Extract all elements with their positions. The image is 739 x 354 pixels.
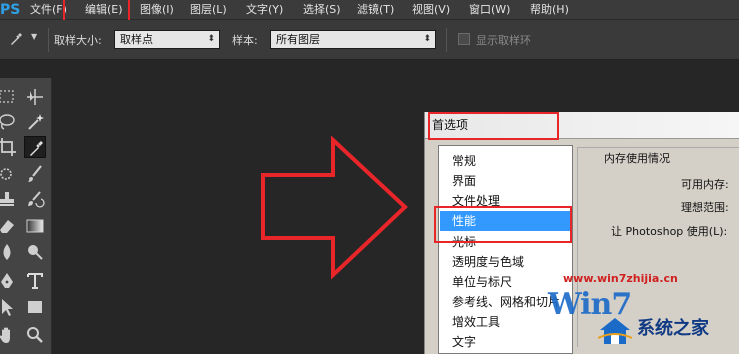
crop-tool-icon[interactable] <box>0 136 18 158</box>
sample-select[interactable]: 所有图层 ⬍ <box>270 30 436 49</box>
hand-tool-icon[interactable] <box>0 324 18 346</box>
divider <box>446 28 447 52</box>
options-bar: ▼ 取样大小: 取样点 ⬍ 样本: 所有图层 ⬍ 显示取样环 <box>0 20 739 60</box>
show-sampling-ring-checkbox[interactable] <box>458 33 470 45</box>
zoom-tool-icon[interactable] <box>24 324 46 346</box>
title-highlight-box <box>428 112 559 140</box>
type-tool-icon[interactable] <box>24 270 46 292</box>
performance-highlight-box <box>434 206 572 243</box>
brush-tool-icon[interactable] <box>24 163 46 185</box>
sample-size-value: 取样点 <box>120 33 153 46</box>
tool-preset-chevron-icon[interactable]: ▼ <box>31 32 37 41</box>
watermark-url: www.win7zhijia.cn <box>563 272 678 285</box>
pen-tool-icon[interactable] <box>0 270 18 292</box>
menu-type[interactable]: 文字(Y) <box>246 0 283 20</box>
menu-layer[interactable]: 图层(L) <box>190 0 227 20</box>
menu-bar: PS 文件(F) 编辑(E) 图像(I) 图层(L) 文字(Y) 选择(S) 滤… <box>0 0 739 23</box>
sample-label: 样本: <box>232 34 258 47</box>
watermark-site-name: 系统之家 <box>637 318 709 339</box>
sample-size-label: 取样大小: <box>54 34 102 47</box>
ideal-range-label: 理想范围: <box>681 201 729 214</box>
healing-brush-icon[interactable] <box>0 163 18 185</box>
select-arrows-icon: ⬍ <box>423 34 431 44</box>
blur-tool-icon[interactable] <box>0 241 18 263</box>
sample-size-select[interactable]: 取样点 ⬍ <box>114 30 220 49</box>
menu-view[interactable]: 视图(V) <box>412 0 450 20</box>
path-selection-icon[interactable] <box>0 296 18 318</box>
dodge-tool-icon[interactable] <box>24 241 46 263</box>
magic-wand-icon[interactable] <box>24 111 46 133</box>
history-brush-icon[interactable] <box>24 188 46 210</box>
clone-stamp-icon[interactable] <box>0 188 18 210</box>
lasso-tool-icon[interactable] <box>0 111 18 133</box>
menu-select[interactable]: 选择(S) <box>303 0 341 20</box>
category-general[interactable]: 常规 <box>440 151 571 171</box>
menu-image[interactable]: 图像(I) <box>140 0 174 20</box>
menu-help[interactable]: 帮助(H) <box>530 0 569 20</box>
house-logo-icon <box>598 318 632 344</box>
eraser-tool-icon[interactable] <box>0 215 18 237</box>
let-photoshop-use-label: 让 Photoshop 使用(L): <box>611 225 728 238</box>
available-memory-label: 可用内存: <box>681 178 729 191</box>
menu-file[interactable]: 文件(F) <box>30 0 67 20</box>
memory-usage-title: 内存使用情况 <box>601 150 673 166</box>
menu-filter[interactable]: 滤镜(T) <box>357 0 394 20</box>
menu-window[interactable]: 窗口(W) <box>469 0 510 20</box>
eyedropper-icon[interactable] <box>8 31 24 47</box>
sample-value: 所有图层 <box>276 33 320 46</box>
eyedropper-tool-icon[interactable] <box>24 136 46 158</box>
gradient-tool-icon[interactable] <box>24 215 46 237</box>
select-arrows-icon: ⬍ <box>207 34 215 44</box>
arrow-annotation-icon <box>261 135 408 280</box>
show-sampling-ring-label: 显示取样环 <box>476 34 531 47</box>
photoshop-logo: PS <box>0 2 21 18</box>
toolbox-panel <box>0 78 52 354</box>
move-tool-icon[interactable] <box>24 86 46 108</box>
divider <box>48 28 49 52</box>
marquee-tool-icon[interactable] <box>0 86 18 108</box>
rectangle-tool-icon[interactable] <box>24 296 46 318</box>
category-interface[interactable]: 界面 <box>440 171 571 191</box>
